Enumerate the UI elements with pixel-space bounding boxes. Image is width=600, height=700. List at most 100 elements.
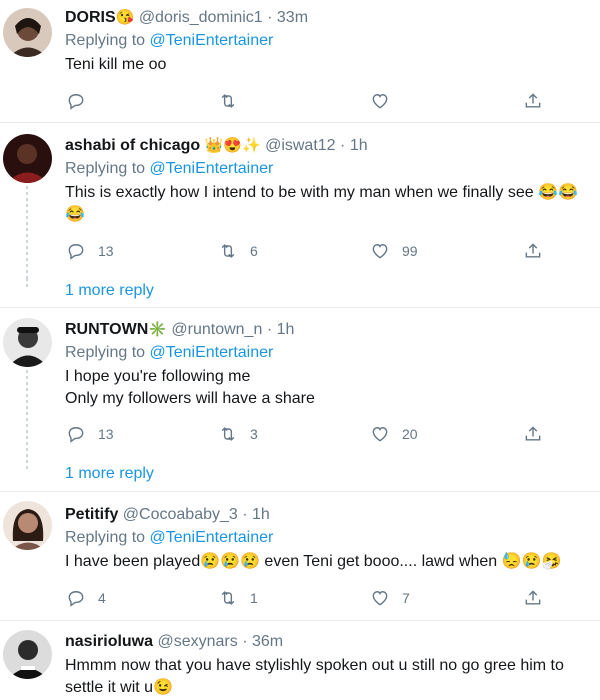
timestamp[interactable]: 1h — [350, 137, 368, 154]
replying-prefix: Replying to — [65, 160, 146, 177]
display-name[interactable]: nasirioluwa — [65, 633, 153, 650]
more-replies-link[interactable]: 1 more reply — [65, 465, 154, 483]
timestamp[interactable]: 1h — [252, 506, 270, 523]
tweet-header: ashabi of chicago 👑😍✨ @iswat12 · 1h — [65, 136, 600, 156]
share-button[interactable] — [523, 240, 543, 262]
separator-dot: · — [242, 633, 248, 650]
user-handle[interactable]: @iswat12 — [265, 137, 336, 154]
tweet-actions — [0, 90, 600, 112]
reply-button[interactable]: 4 — [66, 587, 106, 609]
user-handle[interactable]: @sexynars — [157, 633, 237, 650]
tweet[interactable]: Petitify @Cocoababy_3 · 1h Replying to @… — [0, 493, 600, 621]
retweet-count: 6 — [250, 243, 258, 259]
retweet-button[interactable]: 1 — [218, 587, 258, 609]
avatar[interactable] — [3, 134, 52, 183]
share-icon — [525, 426, 541, 441]
avatar[interactable] — [3, 501, 52, 550]
replying-to: Replying to @TeniEntertainer — [65, 159, 600, 179]
display-name[interactable]: RUNTOWN — [65, 321, 148, 338]
separator-dot: · — [266, 321, 273, 338]
thread-line — [26, 370, 28, 460]
replying-to: Replying to @TeniEntertainer — [65, 31, 600, 51]
like-count: 7 — [402, 590, 410, 606]
reply-button[interactable] — [66, 90, 98, 112]
tweet-text-line: I hope you're following me — [65, 368, 251, 385]
more-replies-link[interactable]: 1 more reply — [65, 282, 154, 300]
like-button[interactable]: 99 — [370, 240, 418, 262]
reply-icon — [68, 244, 84, 260]
tweet-text-line: Only my followers will have a share — [65, 390, 315, 407]
like-icon — [372, 94, 388, 109]
share-button[interactable] — [523, 90, 543, 112]
name-emoji: 😘 — [115, 9, 135, 26]
more-replies-row[interactable]: 1 more reply — [0, 460, 600, 492]
replying-to-link[interactable]: @TeniEntertainer — [150, 32, 274, 49]
replying-to-link[interactable]: @TeniEntertainer — [150, 344, 274, 361]
tweet[interactable]: nasirioluwa @sexynars · 36m Hmmm now tha… — [0, 622, 600, 700]
display-name[interactable]: ashabi of chicago — [65, 137, 200, 154]
retweet-icon — [221, 244, 235, 258]
tweet-actions: 13 6 99 — [0, 240, 600, 262]
tweet-actions: 4 1 7 — [0, 587, 600, 609]
like-count: 99 — [402, 243, 418, 259]
tweet[interactable]: RUNTOWN✳️ @runtown_n · 1h Replying to @T… — [0, 308, 600, 460]
share-button[interactable] — [523, 587, 543, 609]
avatar[interactable] — [3, 8, 52, 57]
user-handle[interactable]: @runtown_n — [171, 321, 262, 338]
thread-line — [26, 186, 28, 278]
user-handle[interactable]: @Cocoababy_3 — [123, 506, 238, 523]
user-handle[interactable]: @doris_dominic1 — [139, 9, 263, 26]
like-icon — [372, 244, 388, 259]
retweet-button[interactable]: 6 — [218, 240, 258, 262]
reply-button[interactable]: 13 — [66, 423, 114, 445]
tweet-text: This is exactly how I intend to be with … — [65, 184, 578, 223]
tweet-text: I have been played😢😢😢 even Teni get booo… — [65, 553, 562, 570]
replying-to-link[interactable]: @TeniEntertainer — [150, 160, 274, 177]
retweet-icon — [221, 94, 235, 108]
avatar[interactable] — [3, 318, 52, 367]
like-icon — [372, 427, 388, 442]
replying-to-link[interactable]: @TeniEntertainer — [150, 529, 274, 546]
retweet-button[interactable] — [218, 90, 250, 112]
share-button[interactable] — [523, 423, 543, 445]
like-button[interactable]: 20 — [370, 423, 418, 445]
more-replies-row[interactable]: 1 more reply — [0, 278, 600, 308]
thread-line — [26, 460, 28, 470]
timestamp[interactable]: 1h — [277, 321, 295, 338]
reply-feed: DORIS😘 @doris_dominic1 · 33m Replying to… — [0, 0, 600, 700]
retweet-count: 3 — [250, 426, 258, 442]
retweet-button[interactable]: 3 — [218, 423, 258, 445]
share-icon — [525, 93, 541, 108]
replying-prefix: Replying to — [65, 32, 146, 49]
separator-dot: · — [340, 137, 346, 154]
tweet-header: Petitify @Cocoababy_3 · 1h — [65, 505, 600, 525]
retweet-count: 1 — [250, 590, 258, 606]
timestamp[interactable]: 36m — [252, 633, 283, 650]
tweet-text: Hmmm now that you have stylishly spoken … — [65, 657, 564, 696]
avatar[interactable] — [3, 630, 52, 679]
like-icon — [372, 591, 388, 606]
tweet[interactable]: ashabi of chicago 👑😍✨ @iswat12 · 1h Repl… — [0, 124, 600, 278]
tweet-actions: 13 3 20 — [0, 423, 600, 445]
replying-prefix: Replying to — [65, 344, 146, 361]
tweet[interactable]: DORIS😘 @doris_dominic1 · 33m Replying to… — [0, 0, 600, 123]
reply-button[interactable]: 13 — [66, 240, 114, 262]
share-icon — [525, 243, 541, 258]
display-name[interactable]: DORIS — [65, 9, 116, 26]
timestamp[interactable]: 33m — [277, 9, 308, 26]
display-name[interactable]: Petitify — [65, 506, 118, 523]
like-count: 20 — [402, 426, 418, 442]
like-button[interactable] — [370, 90, 402, 112]
reply-icon — [68, 94, 84, 110]
like-button[interactable]: 7 — [370, 587, 410, 609]
reply-count: 13 — [98, 426, 114, 442]
name-emoji: ✳️ — [148, 321, 167, 338]
tweet-header: RUNTOWN✳️ @runtown_n · 1h — [65, 320, 600, 340]
tweet-text: Teni kill me oo — [65, 56, 167, 73]
retweet-icon — [221, 427, 235, 441]
separator-dot: · — [267, 9, 273, 26]
tweet-text: I hope you're following me Only my follo… — [65, 366, 600, 410]
replying-prefix: Replying to — [65, 529, 146, 546]
reply-icon — [68, 427, 84, 443]
separator-dot: · — [242, 506, 248, 523]
